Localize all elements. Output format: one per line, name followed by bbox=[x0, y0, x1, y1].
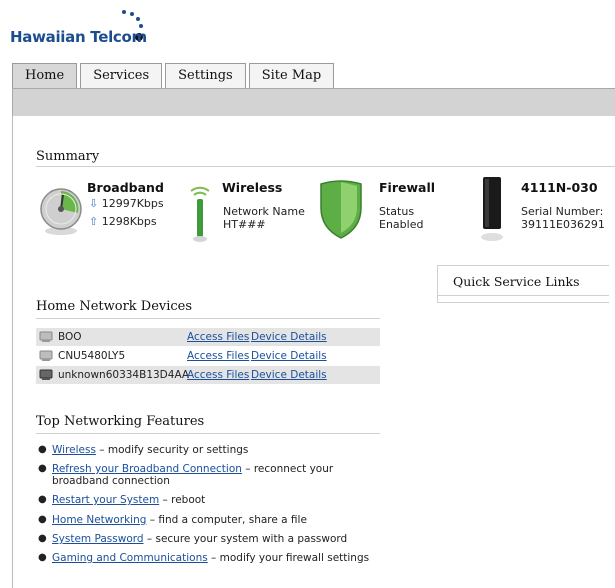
gauge-icon[interactable] bbox=[38, 183, 84, 237]
bullet-icon: ● bbox=[38, 533, 47, 544]
main-tabs: Home Services Settings Site Map bbox=[12, 63, 337, 88]
feature-desc: – reboot bbox=[159, 494, 206, 506]
serial-number-label: Serial Number: bbox=[521, 205, 604, 218]
summary-title: Summary bbox=[36, 149, 100, 164]
home-networking-link[interactable]: Home Networking bbox=[52, 514, 146, 526]
list-item: ● Wireless – modify security or settings bbox=[38, 444, 382, 456]
bullet-icon: ● bbox=[38, 552, 47, 563]
device-details-link[interactable]: Device Details bbox=[251, 369, 327, 381]
list-item: ● Home Networking – find a computer, sha… bbox=[38, 514, 382, 526]
wireless-network-name: HT### bbox=[223, 218, 266, 231]
device-name: unknown60334B13D4AA bbox=[58, 369, 190, 381]
brand-logo: Hawaiian Telcom bbox=[10, 8, 190, 48]
logo-dot bbox=[136, 17, 140, 21]
access-files-link[interactable]: Access Files bbox=[187, 369, 249, 381]
bullet-icon: ● bbox=[38, 514, 47, 525]
device-details-link[interactable]: Device Details bbox=[251, 350, 327, 362]
bullet-icon: ● bbox=[38, 494, 47, 505]
arrow-up-icon: ⇧ bbox=[89, 215, 99, 228]
computer-icon bbox=[39, 331, 53, 343]
list-item: ● Restart your System – reboot bbox=[38, 494, 382, 506]
feature-desc: – modify your firewall settings bbox=[207, 552, 370, 564]
feature-desc: – find a computer, share a file bbox=[146, 514, 307, 526]
device-name: CNU5480LY5 bbox=[58, 350, 126, 362]
summary-divider bbox=[36, 166, 615, 167]
feature-desc: – modify security or settings bbox=[95, 444, 249, 456]
gaming-communications-link[interactable]: Gaming and Communications bbox=[52, 552, 208, 564]
list-item: ● Gaming and Communications – modify you… bbox=[38, 552, 382, 564]
feature-desc-continued: broadband connection bbox=[52, 475, 170, 487]
device-details-link[interactable]: Device Details bbox=[251, 331, 327, 343]
list-item: ● System Password – secure your system w… bbox=[38, 533, 382, 545]
tab-services[interactable]: Services bbox=[80, 63, 163, 88]
serial-number-value: 39111E036291 bbox=[521, 218, 605, 231]
broadband-title: Broadband bbox=[87, 180, 164, 195]
wireless-network-label: Network Name bbox=[223, 205, 305, 218]
gateway-device-icon[interactable] bbox=[478, 175, 508, 247]
computer-icon bbox=[39, 369, 53, 381]
brand-name: Hawaiian Telcom bbox=[10, 28, 147, 46]
refresh-broadband-link[interactable]: Refresh your Broadband Connection bbox=[52, 463, 242, 475]
shield-icon[interactable] bbox=[317, 178, 365, 240]
bullet-icon: ● bbox=[38, 463, 47, 474]
devices-divider bbox=[36, 318, 380, 319]
wireless-link[interactable]: Wireless bbox=[52, 444, 96, 456]
access-files-link[interactable]: Access Files bbox=[187, 350, 249, 362]
quick-service-links-panel: Quick Service Links bbox=[437, 265, 609, 303]
tab-settings[interactable]: Settings bbox=[165, 63, 246, 88]
firewall-status-value: Enabled bbox=[379, 218, 424, 231]
download-rate: ⇩ 12997Kbps bbox=[89, 197, 164, 211]
firewall-title: Firewall bbox=[379, 180, 436, 195]
table-row: CNU5480LY5 Access Files Device Details bbox=[36, 347, 380, 365]
device-model: 4111N-030 bbox=[521, 180, 598, 195]
upload-rate: ⇧ 1298Kbps bbox=[89, 215, 157, 229]
tab-site-map[interactable]: Site Map bbox=[248, 63, 335, 88]
quick-links-divider bbox=[437, 295, 609, 296]
logo-dot bbox=[130, 12, 134, 16]
subnav-bar bbox=[12, 88, 615, 116]
antenna-icon[interactable] bbox=[185, 179, 215, 243]
upload-value: 1298Kbps bbox=[101, 215, 157, 228]
top-networking-features-title: Top Networking Features bbox=[36, 414, 205, 429]
access-files-link[interactable]: Access Files bbox=[187, 331, 249, 343]
features-divider bbox=[36, 433, 380, 434]
table-row: unknown60334B13D4AA Access Files Device … bbox=[36, 366, 380, 384]
wireless-title: Wireless bbox=[222, 180, 283, 195]
bullet-icon: ● bbox=[38, 444, 47, 455]
list-item: ● Refresh your Broadband Connection – re… bbox=[38, 463, 382, 487]
feature-desc: – secure your system with a password bbox=[143, 533, 348, 545]
logo-dot bbox=[122, 10, 126, 14]
download-value: 12997Kbps bbox=[101, 197, 164, 210]
arrow-down-icon: ⇩ bbox=[89, 197, 99, 210]
computer-icon bbox=[39, 350, 53, 362]
table-row: BOO Access Files Device Details bbox=[36, 328, 380, 346]
tab-home[interactable]: Home bbox=[12, 63, 78, 88]
quick-service-links-title: Quick Service Links bbox=[453, 274, 580, 289]
system-password-link[interactable]: System Password bbox=[52, 533, 144, 545]
feature-desc: – reconnect your bbox=[241, 463, 334, 475]
restart-system-link[interactable]: Restart your System bbox=[52, 494, 159, 506]
firewall-status-label: Status bbox=[379, 205, 415, 218]
home-network-devices-title: Home Network Devices bbox=[36, 299, 193, 314]
device-name: BOO bbox=[58, 331, 82, 343]
